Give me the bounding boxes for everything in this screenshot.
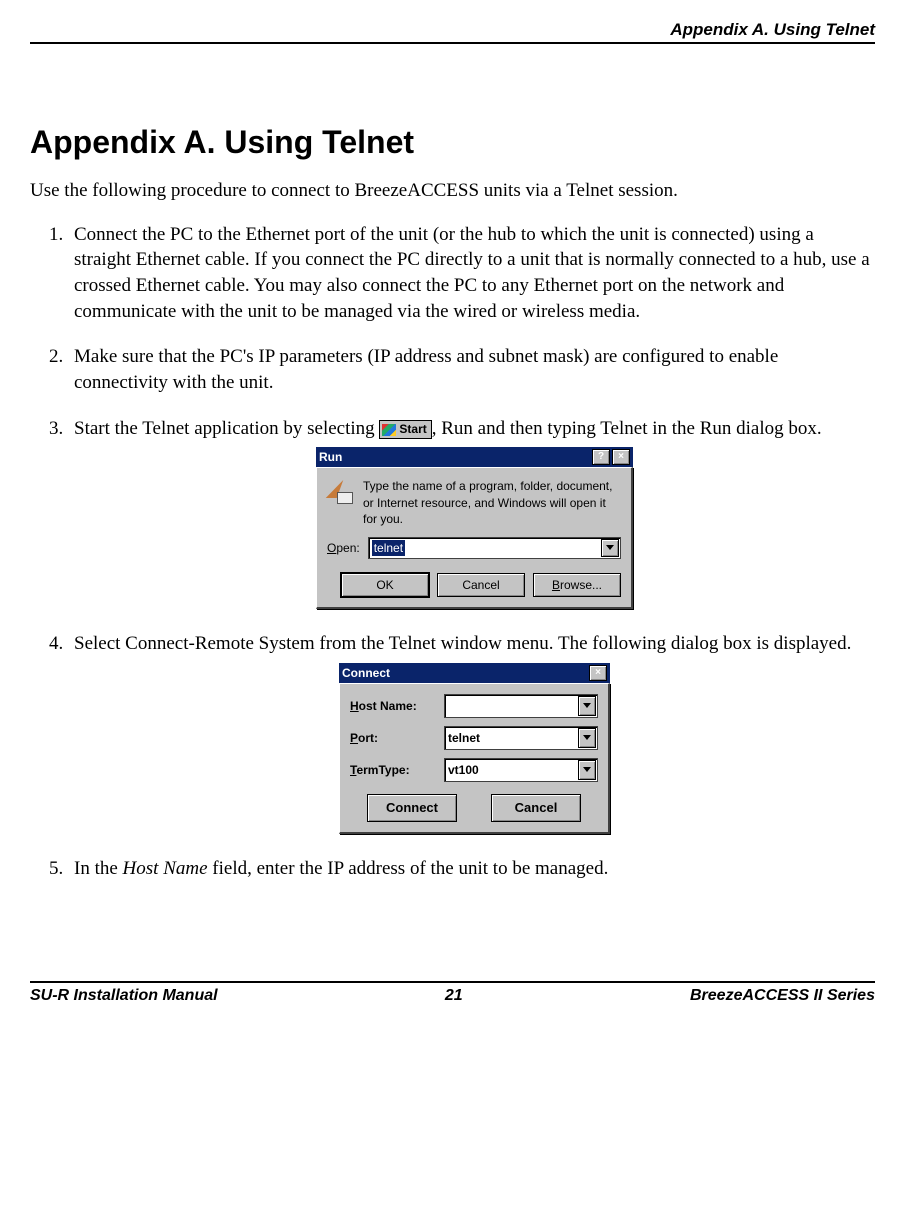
host-label: Host Name: xyxy=(350,698,438,714)
step-4: Select Connect-Remote System from the Te… xyxy=(68,631,875,834)
port-combobox[interactable]: telnet xyxy=(444,726,598,750)
footer-left: SU-R Installation Manual xyxy=(30,987,218,1005)
ok-button[interactable]: OK xyxy=(341,573,429,597)
step-5-text-a: In the xyxy=(74,858,123,879)
host-rest: ost Name: xyxy=(359,699,417,713)
step-4-text: Select Connect-Remote System from the Te… xyxy=(74,633,851,654)
start-button-glyph: Start xyxy=(379,420,431,439)
step-3: Start the Telnet application by selectin… xyxy=(68,416,875,609)
connect-rest: onnect xyxy=(395,799,438,817)
port-accel: P xyxy=(350,731,358,745)
run-icon xyxy=(327,478,353,504)
step-2: Make sure that the PC's IP parameters (I… xyxy=(68,344,875,395)
chevron-down-icon[interactable] xyxy=(578,696,596,716)
run-title: Run xyxy=(319,449,590,465)
open-label: Open: xyxy=(327,540,360,556)
page-title: Appendix A. Using Telnet xyxy=(30,124,875,161)
run-dialog: Run ? × Type the name of a program, fold… xyxy=(316,447,633,609)
cancel-button[interactable]: Cancel xyxy=(491,794,581,822)
port-label: Port: xyxy=(350,730,438,746)
close-button[interactable]: × xyxy=(589,665,607,681)
intro-paragraph: Use the following procedure to connect t… xyxy=(30,179,875,204)
connect-dialog: Connect × Host Name: Port: xyxy=(339,663,610,834)
run-button-row: OK Cancel Browse... xyxy=(327,573,621,597)
step-1: Connect the PC to the Ethernet port of t… xyxy=(68,222,875,325)
termtype-label: TermType: xyxy=(350,762,438,778)
open-value: telnet xyxy=(372,540,405,556)
port-rest: ort: xyxy=(358,731,378,745)
host-combobox[interactable] xyxy=(444,694,598,718)
run-dialog-wrap: Run ? × Type the name of a program, fold… xyxy=(74,447,875,609)
term-rest: ermType: xyxy=(356,763,409,777)
windows-flag-icon xyxy=(382,424,396,436)
open-label-accel: O xyxy=(327,541,336,555)
steps-list: Connect the PC to the Ethernet port of t… xyxy=(30,222,875,882)
connect-dialog-wrap: Connect × Host Name: Port: xyxy=(74,663,875,834)
termtype-value: vt100 xyxy=(448,762,479,778)
connect-button-row: Connect Cancel xyxy=(350,794,598,822)
termtype-combobox[interactable]: vt100 xyxy=(444,758,598,782)
open-label-rest: pen: xyxy=(336,541,359,555)
run-dialog-body: Type the name of a program, folder, docu… xyxy=(316,467,633,609)
host-accel: H xyxy=(350,699,359,713)
page: Appendix A. Using Telnet Appendix A. Usi… xyxy=(0,0,905,1025)
host-row: Host Name: xyxy=(350,694,598,718)
step-5-fieldname: Host Name xyxy=(123,858,208,879)
step-3-text-a: Start the Telnet application by selectin… xyxy=(74,418,379,439)
step-3-text-b: , Run and then typing Telnet in the Run … xyxy=(432,418,822,439)
step-5: In the Host Name field, enter the IP add… xyxy=(68,856,875,882)
chevron-down-icon[interactable] xyxy=(601,539,619,557)
connect-title: Connect xyxy=(342,665,587,681)
chevron-down-icon[interactable] xyxy=(578,760,596,780)
browse-rest: rowse... xyxy=(560,577,602,593)
connect-titlebar[interactable]: Connect × xyxy=(339,663,610,683)
termtype-row: TermType: vt100 xyxy=(350,758,598,782)
start-button-label: Start xyxy=(399,422,426,436)
run-open-row: Open: telnet xyxy=(327,537,621,559)
connect-dialog-body: Host Name: Port: telnet xyxy=(339,683,610,834)
port-row: Port: telnet xyxy=(350,726,598,750)
footer-center: 21 xyxy=(445,987,463,1005)
connect-accel: C xyxy=(386,799,395,817)
header-right: Appendix A. Using Telnet xyxy=(670,20,875,40)
run-titlebar[interactable]: Run ? × xyxy=(316,447,633,467)
footer-right: BreezeACCESS II Series xyxy=(690,987,875,1005)
run-message: Type the name of a program, folder, docu… xyxy=(363,478,621,527)
open-combobox[interactable]: telnet xyxy=(368,537,621,559)
close-button[interactable]: × xyxy=(612,449,630,465)
browse-accel: B xyxy=(552,577,560,593)
chevron-down-icon[interactable] xyxy=(578,728,596,748)
run-top-row: Type the name of a program, folder, docu… xyxy=(327,478,621,527)
browse-button[interactable]: Browse... xyxy=(533,573,621,597)
page-footer: SU-R Installation Manual 21 BreezeACCESS… xyxy=(30,981,875,1005)
step-5-text-b: field, enter the IP address of the unit … xyxy=(208,858,609,879)
page-header: Appendix A. Using Telnet xyxy=(30,20,875,44)
cancel-button[interactable]: Cancel xyxy=(437,573,525,597)
connect-button[interactable]: Connect xyxy=(367,794,457,822)
port-value: telnet xyxy=(448,730,480,746)
help-button[interactable]: ? xyxy=(592,449,610,465)
